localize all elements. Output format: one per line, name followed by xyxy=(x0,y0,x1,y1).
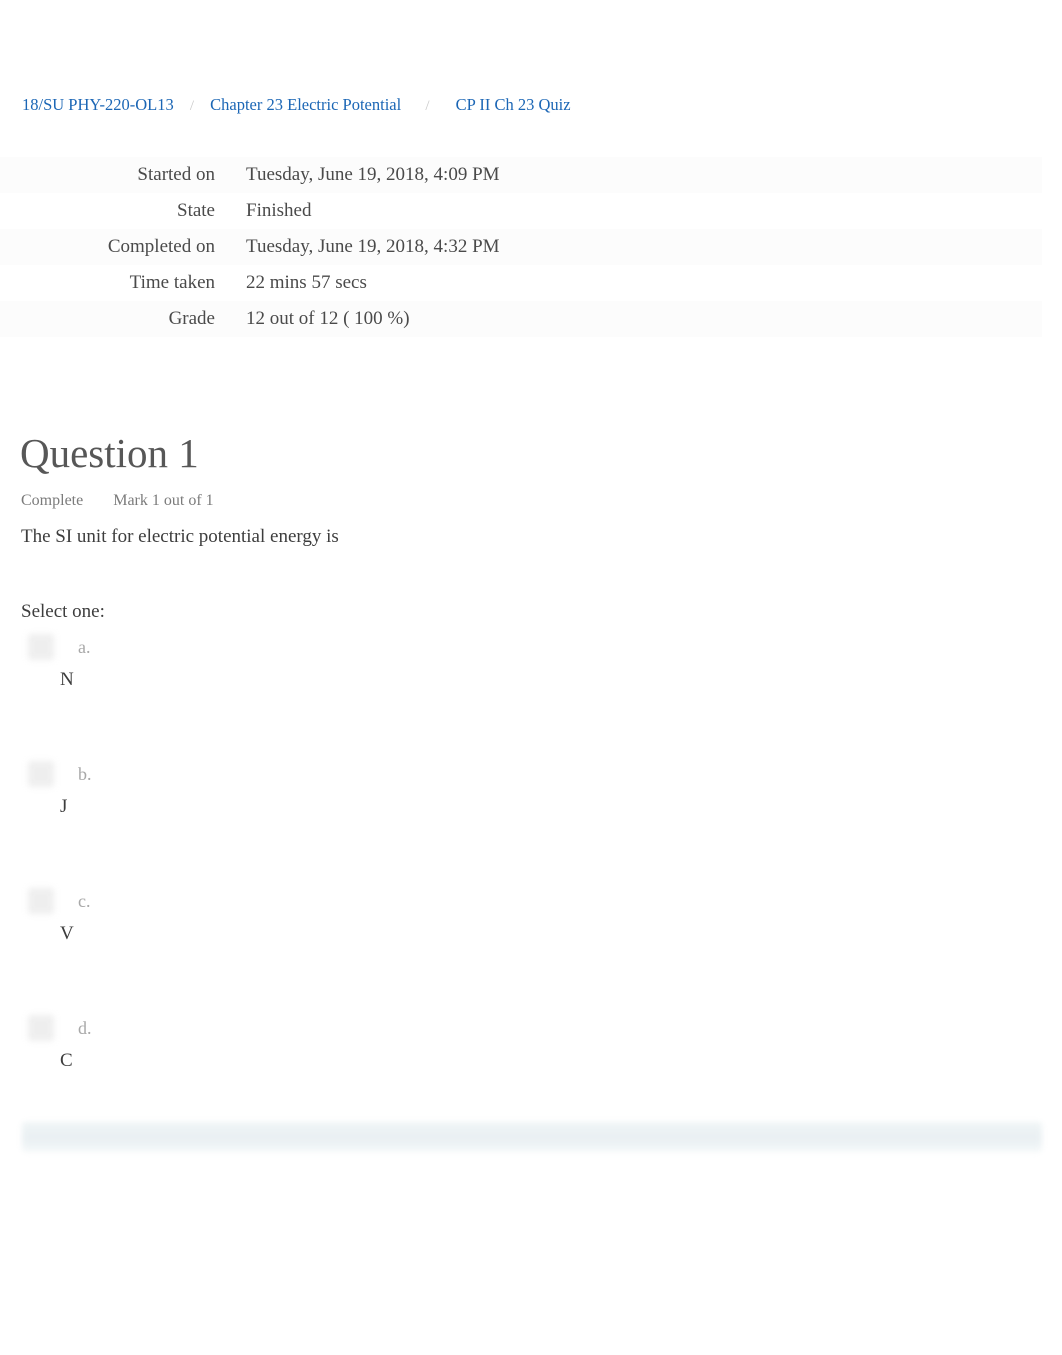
quiz-info-label: State xyxy=(177,200,215,221)
page-title: Question 1 xyxy=(20,430,199,476)
answer-option-text: V xyxy=(60,923,74,944)
question-feedback-bar xyxy=(22,1122,1042,1152)
select-one-label: Select one: xyxy=(21,601,105,622)
answer-option-b[interactable]: b. J xyxy=(0,757,1042,884)
breadcrumb-item-quiz[interactable]: CP II Ch 23 Quiz xyxy=(456,95,571,114)
radio-button-icon[interactable] xyxy=(28,888,54,914)
question-state-badge: Complete xyxy=(21,492,84,509)
breadcrumb: 18/SU PHY-220-OL13 / Chapter 23 Electric… xyxy=(22,94,571,117)
quiz-info-table: Started on Tuesday, June 19, 2018, 4:09 … xyxy=(0,157,1042,337)
answer-option-text: J xyxy=(60,796,68,817)
table-row: State Finished xyxy=(0,193,1042,229)
breadcrumb-item-course[interactable]: 18/SU PHY-220-OL13 xyxy=(22,95,174,114)
quiz-info-value: Finished xyxy=(246,200,312,221)
table-row: Time taken 22 mins 57 secs xyxy=(0,265,1042,301)
answer-options-list: a. N b. J c. V d. C xyxy=(0,630,1042,1138)
quiz-info-label: Started on xyxy=(137,164,215,185)
answer-option-a[interactable]: a. N xyxy=(0,630,1042,757)
quiz-info-value: Tuesday, June 19, 2018, 4:32 PM xyxy=(246,236,500,257)
answer-option-c[interactable]: c. V xyxy=(0,884,1042,1011)
quiz-info-label: Time taken xyxy=(129,272,215,293)
quiz-info-value: 12 out of 12 ( 100 %) xyxy=(246,308,410,329)
radio-button-icon[interactable] xyxy=(28,761,54,787)
table-row: Completed on Tuesday, June 19, 2018, 4:3… xyxy=(0,229,1042,265)
table-row: Grade 12 out of 12 ( 100 %) xyxy=(0,301,1042,337)
breadcrumb-separator: / xyxy=(189,98,195,114)
quiz-info-label: Completed on xyxy=(107,236,215,257)
answer-option-text: C xyxy=(60,1050,73,1071)
question-text: The SI unit for electric potential energ… xyxy=(21,526,339,547)
breadcrumb-separator: / xyxy=(425,98,430,114)
answer-option-letter: d. xyxy=(78,1018,92,1038)
radio-button-icon[interactable] xyxy=(28,634,54,660)
answer-option-d[interactable]: d. C xyxy=(0,1011,1042,1138)
question-mark: Mark 1 out of 1 xyxy=(113,492,214,509)
radio-button-icon[interactable] xyxy=(28,1015,54,1041)
quiz-info-value: 22 mins 57 secs xyxy=(246,272,367,293)
quiz-info-value: Tuesday, June 19, 2018, 4:09 PM xyxy=(246,164,500,185)
question-meta: Complete Mark 1 out of 1 xyxy=(21,490,214,512)
answer-option-letter: a. xyxy=(78,637,91,657)
answer-option-text: N xyxy=(60,669,74,690)
breadcrumb-item-section[interactable]: Chapter 23 Electric Potential xyxy=(210,95,401,114)
table-row: Started on Tuesday, June 19, 2018, 4:09 … xyxy=(0,157,1042,193)
answer-option-letter: c. xyxy=(78,891,91,911)
quiz-info-label: Grade xyxy=(168,308,215,329)
answer-option-letter: b. xyxy=(78,764,92,784)
